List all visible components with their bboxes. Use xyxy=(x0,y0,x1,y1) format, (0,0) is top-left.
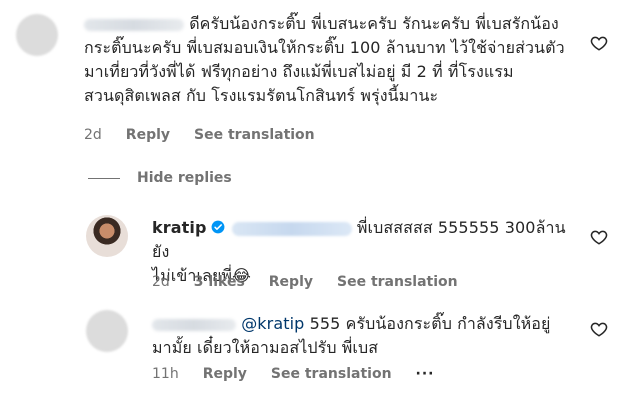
verified-badge-icon xyxy=(211,220,224,234)
comment-time[interactable]: 2d xyxy=(84,127,102,143)
avatar[interactable] xyxy=(86,310,128,352)
heart-outline-icon[interactable] xyxy=(590,320,608,338)
mention-link[interactable]: @kratip xyxy=(241,314,304,333)
heart-outline-icon[interactable] xyxy=(590,34,608,52)
avatar[interactable] xyxy=(16,14,58,56)
reply-meta: 11h Reply See translation ··· xyxy=(152,366,435,382)
see-translation-button[interactable]: See translation xyxy=(337,274,458,290)
reply-button[interactable]: Reply xyxy=(203,366,247,382)
comment-text: ดีครับน้องกระติ๊บ พี่เบสนะครับ รักนะครับ… xyxy=(84,14,565,105)
heart-outline-icon[interactable] xyxy=(590,228,608,246)
avatar[interactable] xyxy=(86,215,128,257)
likes-count[interactable]: 3 likes xyxy=(194,274,245,290)
divider xyxy=(88,178,120,179)
reply-button[interactable]: Reply xyxy=(126,127,170,143)
blurred-username[interactable] xyxy=(152,318,236,331)
see-translation-button[interactable]: See translation xyxy=(194,127,315,143)
reply-time[interactable]: 11h xyxy=(152,366,179,382)
see-translation-button[interactable]: See translation xyxy=(271,366,392,382)
blurred-username[interactable] xyxy=(84,18,184,31)
reply-meta: 2d 3 likes Reply See translation xyxy=(152,274,458,290)
username[interactable]: kratip xyxy=(152,218,207,237)
reply-time[interactable]: 2d xyxy=(152,274,170,290)
reply-button[interactable]: Reply xyxy=(269,274,313,290)
blurred-mention[interactable] xyxy=(231,221,352,236)
comment-meta: 2d Reply See translation xyxy=(84,127,315,143)
reply-text: @kratip 555 ครับน้องกระติ๊บ กำลังรีบให้อ… xyxy=(152,314,551,357)
more-dots-icon[interactable]: ··· xyxy=(416,366,435,382)
hide-replies-button[interactable]: Hide replies xyxy=(137,170,232,186)
